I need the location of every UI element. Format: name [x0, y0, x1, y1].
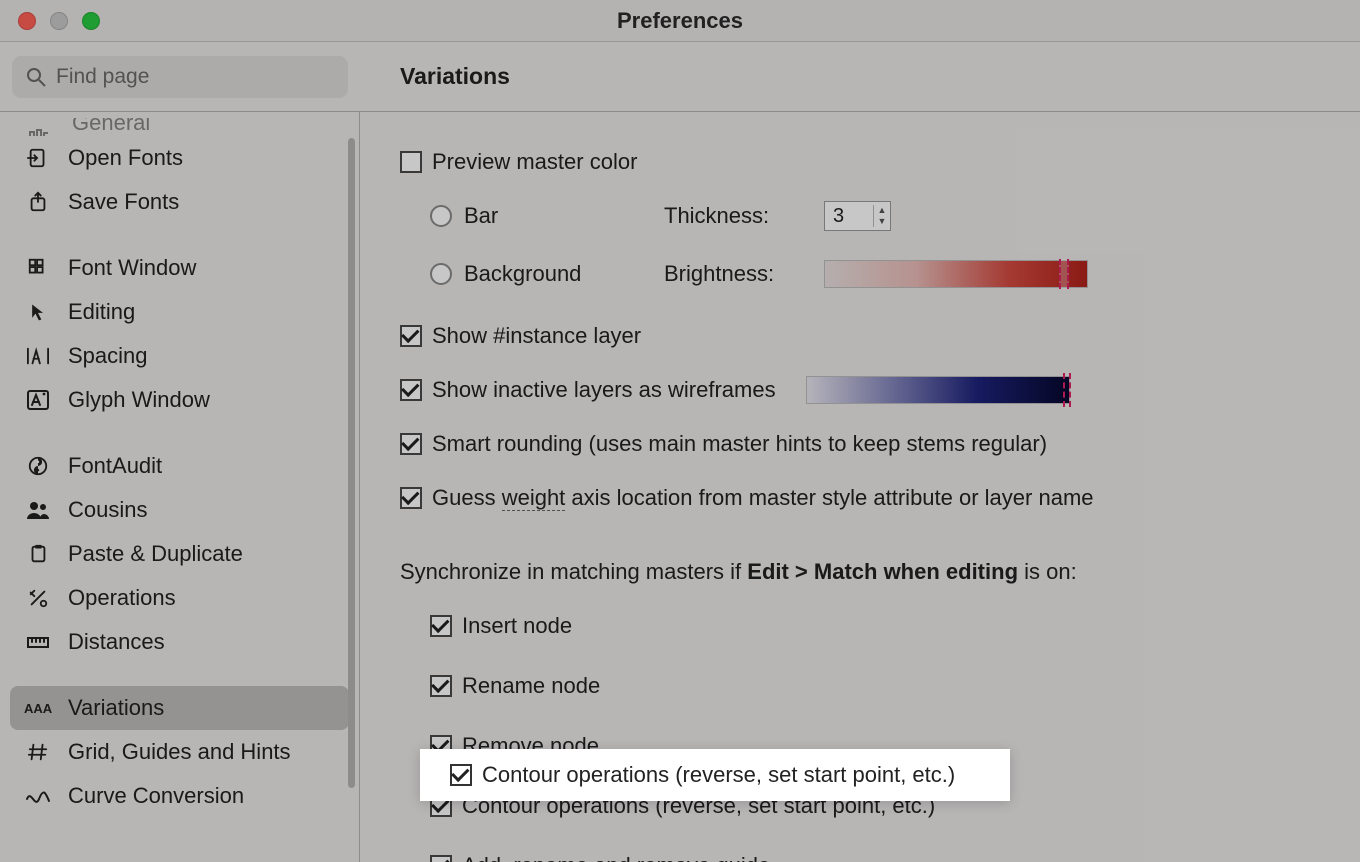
- checkbox-sync-guide[interactable]: [430, 855, 452, 862]
- grid-icon: [24, 257, 52, 279]
- checkbox-show-wireframes[interactable]: [400, 379, 422, 401]
- label: Thickness:: [664, 203, 824, 229]
- label: Guess weight axis location from master s…: [432, 485, 1094, 511]
- label: Show #instance layer: [432, 323, 641, 349]
- sync-header: Synchronize in matching masters if Edit …: [400, 548, 1320, 596]
- wireframe-color-slider[interactable]: [806, 376, 1070, 404]
- window-title: Preferences: [0, 8, 1360, 34]
- sidebar-item-cut[interactable]: General: [10, 118, 349, 136]
- sidebar-item-label: Editing: [68, 299, 135, 325]
- spacing-icon: [24, 345, 52, 367]
- sidebar-item-label: FontAudit: [68, 453, 162, 479]
- wave-icon: [24, 787, 52, 805]
- search-input[interactable]: Find page: [12, 56, 348, 98]
- label: Contour operations (reverse, set start p…: [482, 762, 955, 788]
- checkbox-sync-insert[interactable]: [430, 615, 452, 637]
- sidebar-item-variations[interactable]: AAA Variations: [10, 686, 349, 730]
- label: Smart rounding (uses main master hints t…: [432, 431, 1047, 457]
- checkbox-preview-master-color[interactable]: [400, 151, 422, 173]
- chevron-up-icon[interactable]: ▲: [874, 205, 890, 216]
- search-placeholder: Find page: [56, 65, 149, 89]
- sidebar-item-paste-duplicate[interactable]: Paste & Duplicate: [10, 532, 349, 576]
- yinyang-icon: [24, 455, 52, 477]
- sidebar-item-label: Grid, Guides and Hints: [68, 739, 291, 765]
- sidebar-item-fontaudit[interactable]: FontAudit: [10, 444, 349, 488]
- sidebar-item-label: Cousins: [68, 497, 147, 523]
- label: Brightness:: [664, 261, 824, 287]
- hash-icon: [24, 741, 52, 763]
- sidebar-item-spacing[interactable]: Spacing: [10, 334, 349, 378]
- sidebar-item-distances[interactable]: Distances: [10, 620, 349, 664]
- brightness-slider[interactable]: [824, 260, 1088, 288]
- chevron-down-icon[interactable]: ▼: [874, 216, 890, 227]
- sidebar-item-label: Distances: [68, 629, 165, 655]
- sidebar-item-label: Glyph Window: [68, 387, 210, 413]
- checkbox-show-instance[interactable]: [400, 325, 422, 347]
- checkbox-sync-contour-highlight[interactable]: [450, 764, 472, 786]
- tools-icon: [24, 587, 52, 609]
- sidebar-item-grid-guides-and-hints[interactable]: Grid, Guides and Hints: [10, 730, 349, 774]
- radio-background[interactable]: [430, 263, 452, 285]
- page-title: Variations: [360, 63, 510, 90]
- label: Rename node: [462, 673, 600, 699]
- radio-bar[interactable]: [430, 205, 452, 227]
- checkbox-guess-weight[interactable]: [400, 487, 422, 509]
- svg-text:AAA: AAA: [24, 701, 52, 716]
- sidebar-item-glyph-window[interactable]: Glyph Window: [10, 378, 349, 422]
- gear-icon: [28, 128, 48, 136]
- people-icon: [24, 500, 52, 520]
- sidebar-item-label: Paste & Duplicate: [68, 541, 243, 567]
- label: Insert node: [462, 613, 572, 639]
- label: Background: [464, 261, 664, 287]
- sidebar-item-open-fonts[interactable]: Open Fonts: [10, 136, 349, 180]
- thickness-value: 3: [825, 205, 873, 228]
- sidebar-item-font-window[interactable]: Font Window: [10, 246, 349, 290]
- sidebar-item-operations[interactable]: Operations: [10, 576, 349, 620]
- sidebar-item-save-fonts[interactable]: Save Fonts: [10, 180, 349, 224]
- sidebar-item-label: Operations: [68, 585, 176, 611]
- sidebar-item-label: Spacing: [68, 343, 148, 369]
- clip-icon: [24, 543, 52, 565]
- header: Find page Variations: [0, 42, 1360, 112]
- sidebar-item-label: Variations: [68, 695, 164, 721]
- checkbox-smart-rounding[interactable]: [400, 433, 422, 455]
- thickness-stepper[interactable]: 3 ▲ ▼: [824, 201, 891, 231]
- sidebar-item-cousins[interactable]: Cousins: [10, 488, 349, 532]
- label: Add, rename and remove guide: [462, 853, 770, 862]
- cursor-icon: [24, 301, 52, 323]
- sidebar-item-curve-conversion[interactable]: Curve Conversion: [10, 774, 349, 818]
- sidebar-item-label: Save Fonts: [68, 189, 179, 215]
- search-icon: [26, 67, 46, 87]
- sidebar-item-label: Open Fonts: [68, 145, 183, 171]
- titlebar: Preferences: [0, 0, 1360, 42]
- sidebar-item-editing[interactable]: Editing: [10, 290, 349, 334]
- preview-master-color-row: Preview master color: [400, 138, 1320, 186]
- sidebar-item-label: Curve Conversion: [68, 783, 244, 809]
- import-icon: [24, 147, 52, 169]
- highlight-contour-row: Contour operations (reverse, set start p…: [420, 749, 1010, 801]
- label: Preview master color: [432, 149, 637, 175]
- checkbox-sync-rename[interactable]: [430, 675, 452, 697]
- label: Show inactive layers as wireframes: [432, 377, 776, 403]
- export-icon: [24, 191, 52, 213]
- aaa-icon: AAA: [24, 699, 52, 717]
- label: Bar: [464, 203, 664, 229]
- sidebar: General Open Fonts Save Fonts Font Window E…: [0, 112, 360, 862]
- glyph-icon: [24, 389, 52, 411]
- sidebar-scrollbar[interactable]: [348, 138, 355, 788]
- ruler-icon: [24, 634, 52, 650]
- sidebar-item-label: Font Window: [68, 255, 196, 281]
